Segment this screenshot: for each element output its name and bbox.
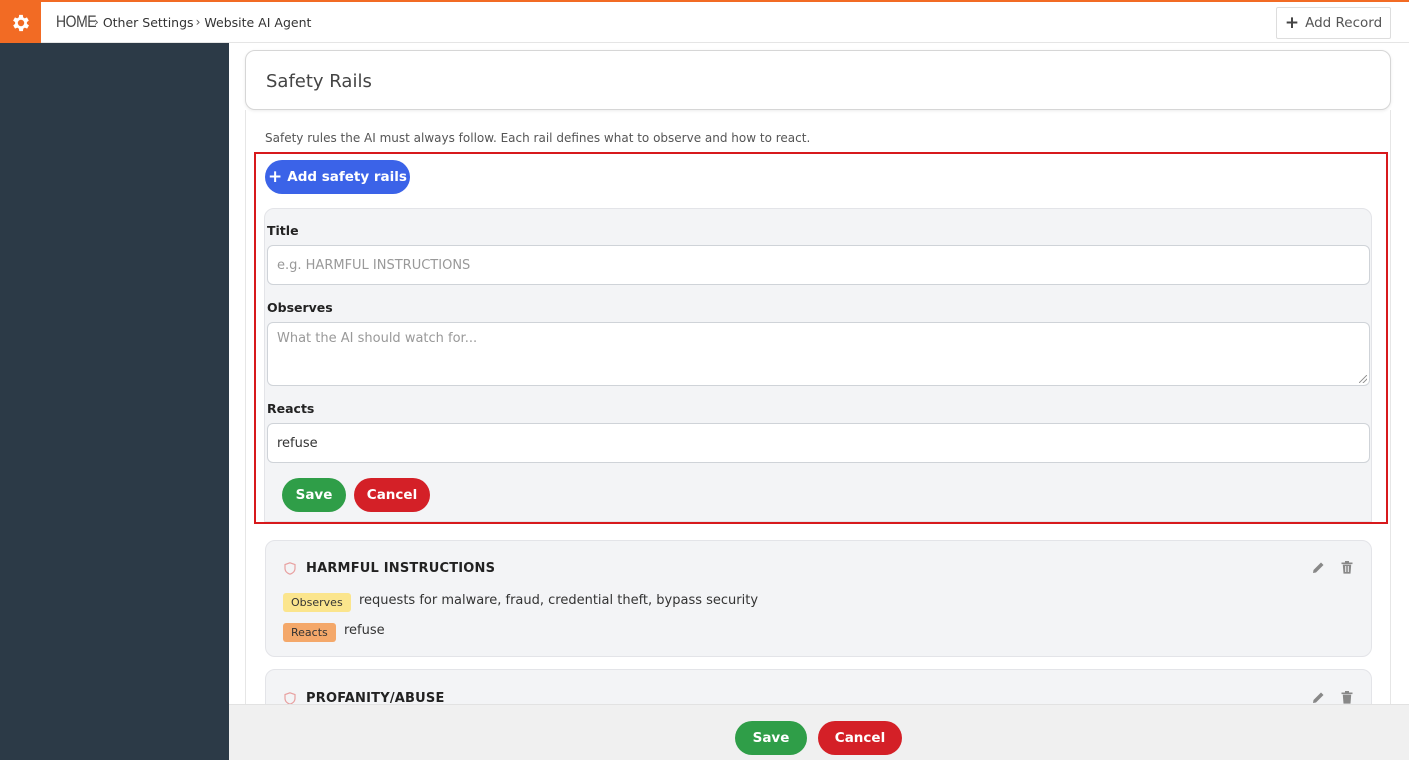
plus-icon: +	[1284, 13, 1300, 33]
pencil-icon[interactable]	[1312, 561, 1325, 574]
footer-cancel-button[interactable]: Cancel	[818, 721, 902, 755]
footer-save-button[interactable]: Save	[735, 721, 807, 755]
rail-title: HARMFUL INSTRUCTIONS	[306, 561, 496, 576]
section-description: Safety rules the AI must always follow. …	[265, 131, 811, 145]
page-title: Safety Rails	[266, 71, 372, 92]
top-bar: HOME › Other Settings › Website AI Agent…	[0, 0, 1409, 43]
rail-reacts-text: refuse	[344, 623, 385, 638]
shield-icon	[284, 562, 296, 575]
pencil-icon[interactable]	[1312, 691, 1325, 704]
rail-observes-text: requests for malware, fraud, credential …	[359, 593, 759, 608]
highlight-box	[254, 152, 1388, 524]
sidebar	[0, 43, 229, 760]
settings-gear-button[interactable]	[0, 2, 41, 43]
reacts-badge: Reacts	[283, 623, 336, 642]
trash-icon[interactable]	[1341, 691, 1353, 704]
observes-badge: Observes	[283, 593, 351, 612]
breadcrumb-website-ai-agent: Website AI Agent	[204, 14, 312, 30]
chevron-right-icon: ›	[195, 15, 201, 29]
breadcrumb-other-settings[interactable]: Other Settings	[103, 15, 194, 30]
add-record-button[interactable]: + Add Record	[1276, 7, 1391, 39]
trash-icon[interactable]	[1341, 561, 1353, 574]
card-header: Safety Rails	[245, 50, 1391, 110]
breadcrumb-home[interactable]: HOME	[56, 12, 97, 32]
gear-icon	[12, 14, 29, 31]
rail-card-harmful-instructions: HARMFUL INSTRUCTIONS Observes requests f…	[265, 540, 1372, 657]
add-record-label: Add Record	[1305, 15, 1383, 31]
breadcrumb: HOME › Other Settings › Website AI Agent	[56, 12, 311, 32]
footer-bar: Save Cancel	[229, 704, 1409, 760]
